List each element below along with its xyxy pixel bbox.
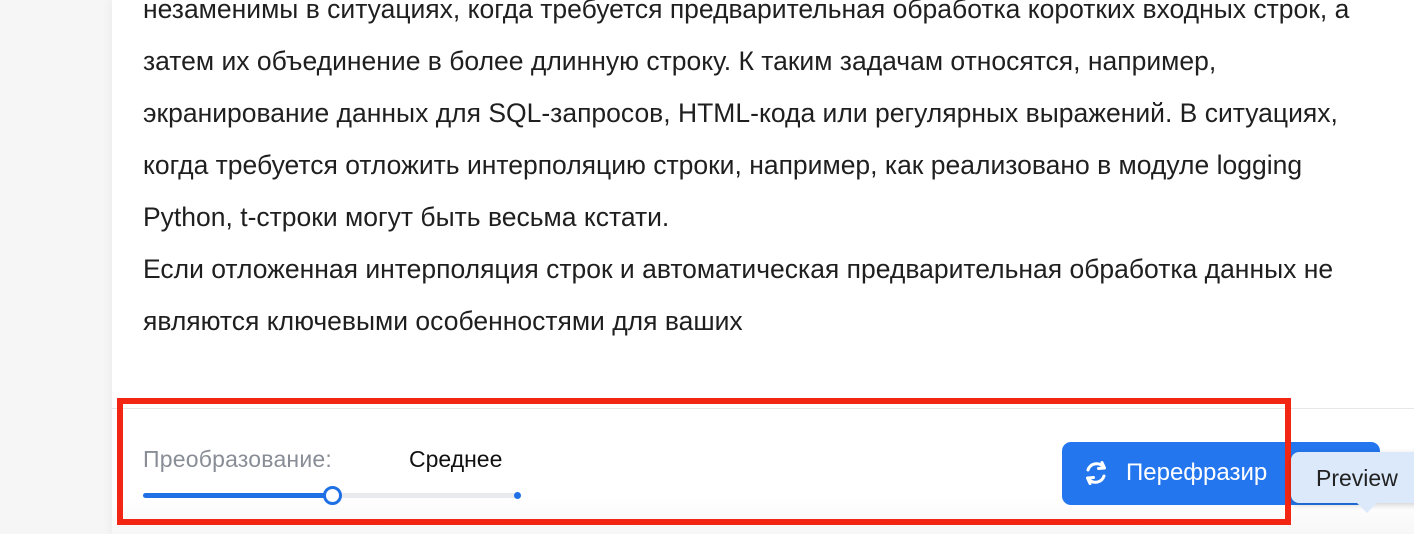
preview-tooltip-text: Preview [1316,465,1398,491]
rephrase-button-label: Перефразир [1126,459,1268,486]
result-text-area[interactable]: незаменимы в ситуациях, когда требуется … [143,0,1393,388]
transform-label: Преобразование: [143,446,332,472]
transform-slider[interactable] [143,484,521,506]
slider-thumb[interactable] [323,486,342,505]
slider-fill [143,493,331,498]
paraphraser-page: незаменимы в ситуациях, когда требуется … [0,0,1414,534]
result-paragraph-2: Если отложенная интерполяция строк и авт… [143,254,1334,336]
result-paragraph-1: незаменимы в ситуациях, когда требуется … [143,0,1350,232]
refresh-icon [1086,461,1106,485]
preview-tooltip: Preview [1291,452,1414,513]
tooltip-arrow [1356,502,1378,513]
slider-end-dot [514,492,521,499]
transform-value: Среднее [409,446,503,472]
